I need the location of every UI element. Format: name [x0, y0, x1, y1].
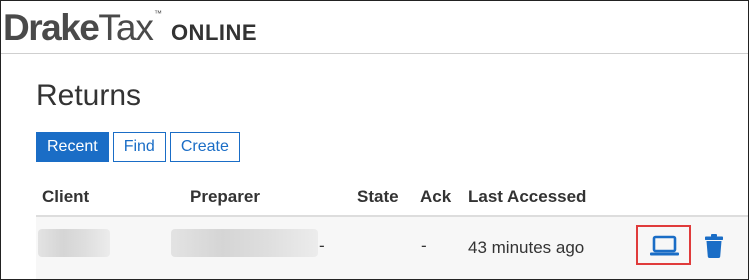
- column-header-last-accessed[interactable]: Last Accessed: [468, 187, 586, 207]
- ack-value: -: [421, 236, 427, 255]
- column-header-state[interactable]: State: [357, 187, 399, 207]
- last-accessed-value: 43 minutes ago: [468, 238, 585, 257]
- logo-brand-bold: Drake: [3, 7, 100, 48]
- logo-trademark: ™: [153, 9, 162, 18]
- logo-product-name: ONLINE: [170, 20, 258, 45]
- logo-brand-regular: Tax: [98, 7, 154, 48]
- column-header-preparer[interactable]: Preparer: [190, 187, 260, 207]
- client-name-redacted: [38, 229, 110, 257]
- app-header: Drake Tax ™ ONLINE: [1, 1, 748, 54]
- tab-find[interactable]: Find: [112, 132, 166, 162]
- column-header-client[interactable]: Client: [42, 187, 89, 207]
- preparer-name-redacted: [171, 229, 318, 257]
- returns-tabs: Recent Find Create: [36, 132, 240, 162]
- tab-recent[interactable]: Recent: [36, 132, 109, 162]
- trash-icon[interactable]: [705, 234, 723, 263]
- state-value: -: [319, 236, 325, 255]
- page-title: Returns: [36, 79, 142, 112]
- tab-create[interactable]: Create: [169, 132, 240, 162]
- app-window: Drake Tax ™ ONLINE Returns Recent Find C…: [0, 0, 749, 280]
- column-header-ack[interactable]: Ack: [420, 187, 451, 207]
- drake-tax-logo[interactable]: Drake Tax ™ ONLINE: [3, 7, 257, 51]
- laptop-icon[interactable]: [650, 235, 679, 262]
